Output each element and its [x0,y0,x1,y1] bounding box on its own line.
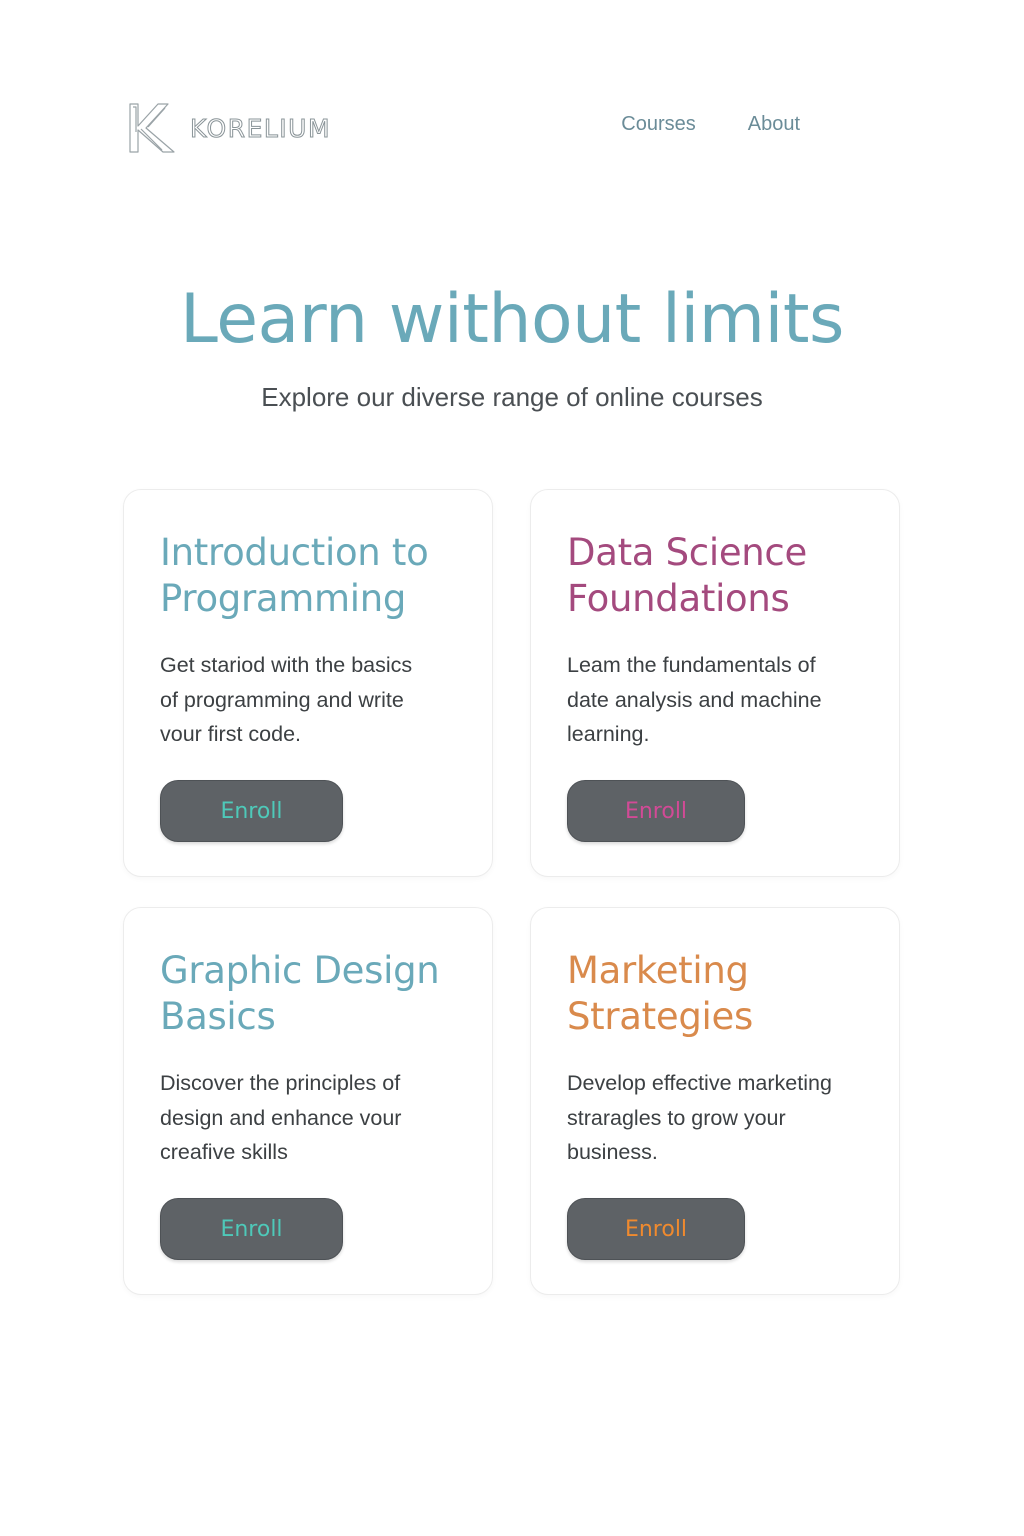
hero-section: Learn without limits Explore our diverse… [0,278,1024,413]
course-card-data-science: Data Science Foundations Leam the fundam… [530,489,900,877]
course-description-line: Discover the principles of [160,1071,401,1095]
course-description-line: Leam the fundamentals of [567,653,816,677]
enroll-button[interactable]: Enroll [567,1198,745,1260]
course-description: Leam the fundamentals of date analysis a… [567,648,863,752]
hero-title: Learn without limits [180,280,844,359]
site-header: KORELIUM Courses About [128,100,800,156]
course-description-line: Develop effective marketing [567,1071,832,1095]
course-description-line: design and enhance vour [160,1105,402,1130]
course-description-line: business. [567,1140,658,1164]
course-description-line: date analysis and machine [567,687,822,712]
course-title-line: Foundations [567,577,790,620]
course-title-line: Basics [160,995,276,1038]
brand-logo[interactable]: KORELIUM [128,100,331,156]
course-title-line: Strategies [567,995,753,1038]
korelium-logo-icon [129,103,175,153]
enroll-button[interactable]: Enroll [160,780,343,842]
course-card-programming: Introduction to Programming Get stariod … [123,489,493,877]
brand-name: KORELIUM [189,113,332,143]
nav-link-about[interactable]: About [748,113,800,136]
course-description: Get stariod with the basics of programmi… [160,648,456,752]
course-description-line: straragles to grow your [567,1105,786,1130]
course-title: Marketing Strategies [567,948,863,1040]
course-title-line: Programming [160,577,407,620]
course-title: Graphic Design Basics [160,948,456,1040]
nav-link-courses[interactable]: Courses [621,113,695,136]
course-card-marketing: Marketing Strategies Develop effective m… [530,907,900,1295]
course-description: Discover the principles of design and en… [160,1066,456,1170]
course-description-line: learning. [567,722,650,746]
course-description: Develop effective marketing straragles t… [567,1066,863,1170]
enroll-button[interactable]: Enroll [567,780,745,842]
course-title-line: Introduction to [160,531,429,574]
course-card-graphic-design: Graphic Design Basics Discover the princ… [123,907,493,1295]
course-title-line: Graphic Design [160,949,440,992]
course-title: Introduction to Programming [160,530,456,622]
hero-subtitle: Explore our diverse range of online cour… [261,382,763,412]
course-title-line: Data Science [567,531,807,574]
course-description-line: vour first code. [160,722,301,746]
main-nav: Courses About [621,113,800,136]
enroll-button[interactable]: Enroll [160,1198,343,1260]
course-title-line: Marketing [567,949,749,992]
course-description-line: creafive skills [160,1140,288,1164]
course-title: Data Science Foundations [567,530,863,622]
course-description-line: Get stariod with the basics [160,653,413,677]
course-description-line: of programming and write [160,687,404,712]
